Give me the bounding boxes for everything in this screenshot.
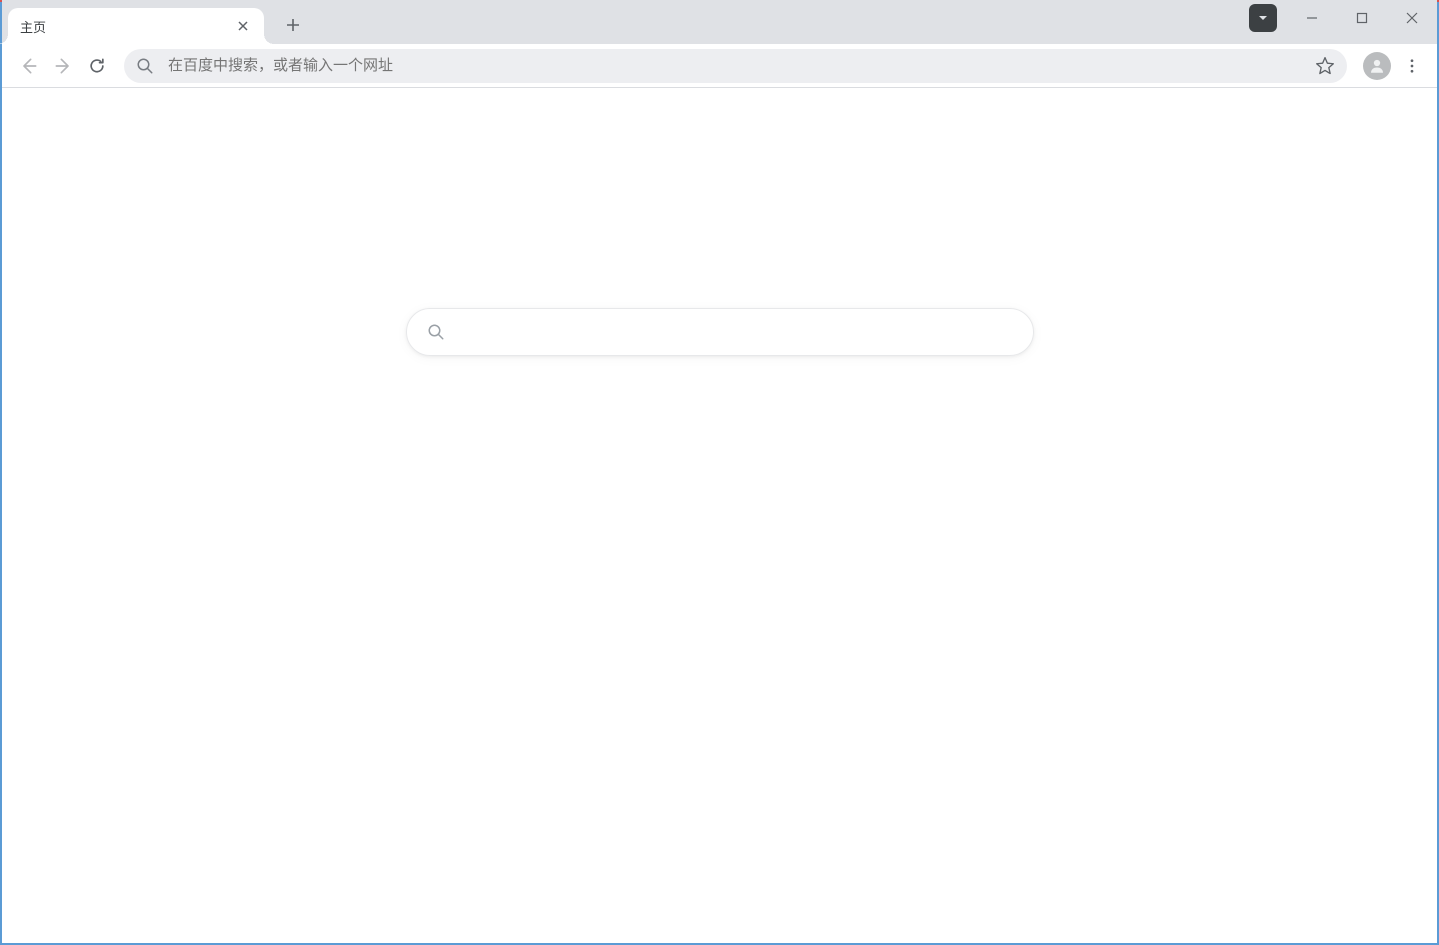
close-window-button[interactable]: [1387, 0, 1437, 36]
star-icon: [1315, 56, 1335, 76]
chevron-down-icon: [1256, 11, 1270, 25]
search-icon: [427, 323, 445, 341]
window-controls: [1249, 0, 1437, 36]
more-vert-icon: [1403, 57, 1421, 75]
new-tab-button[interactable]: [278, 10, 308, 40]
titlebar: 主页: [2, 0, 1437, 44]
content-area: [2, 88, 1437, 943]
reload-icon: [87, 56, 107, 76]
omnibox[interactable]: [124, 49, 1347, 83]
close-icon: [1406, 12, 1418, 24]
forward-button[interactable]: [46, 49, 80, 83]
browser-tab[interactable]: 主页: [8, 8, 264, 44]
search-icon: [136, 57, 154, 75]
back-button[interactable]: [12, 49, 46, 83]
maximize-icon: [1356, 12, 1368, 24]
center-search-box[interactable]: [406, 308, 1034, 356]
extension-button[interactable]: [1249, 4, 1277, 32]
close-icon: [238, 21, 248, 31]
bookmark-button[interactable]: [1315, 56, 1335, 76]
center-search-input[interactable]: [459, 324, 1013, 341]
reload-button[interactable]: [80, 49, 114, 83]
profile-button[interactable]: [1363, 52, 1391, 80]
minimize-icon: [1306, 12, 1318, 24]
minimize-button[interactable]: [1287, 0, 1337, 36]
omnibox-input[interactable]: [168, 57, 1315, 74]
menu-button[interactable]: [1397, 51, 1427, 81]
plus-icon: [286, 18, 300, 32]
arrow-right-icon: [53, 56, 73, 76]
arrow-left-icon: [19, 56, 39, 76]
toolbar: [2, 44, 1437, 88]
maximize-button[interactable]: [1337, 0, 1387, 36]
tab-title: 主页: [20, 17, 234, 36]
close-tab-button[interactable]: [234, 17, 252, 35]
person-icon: [1368, 57, 1386, 75]
